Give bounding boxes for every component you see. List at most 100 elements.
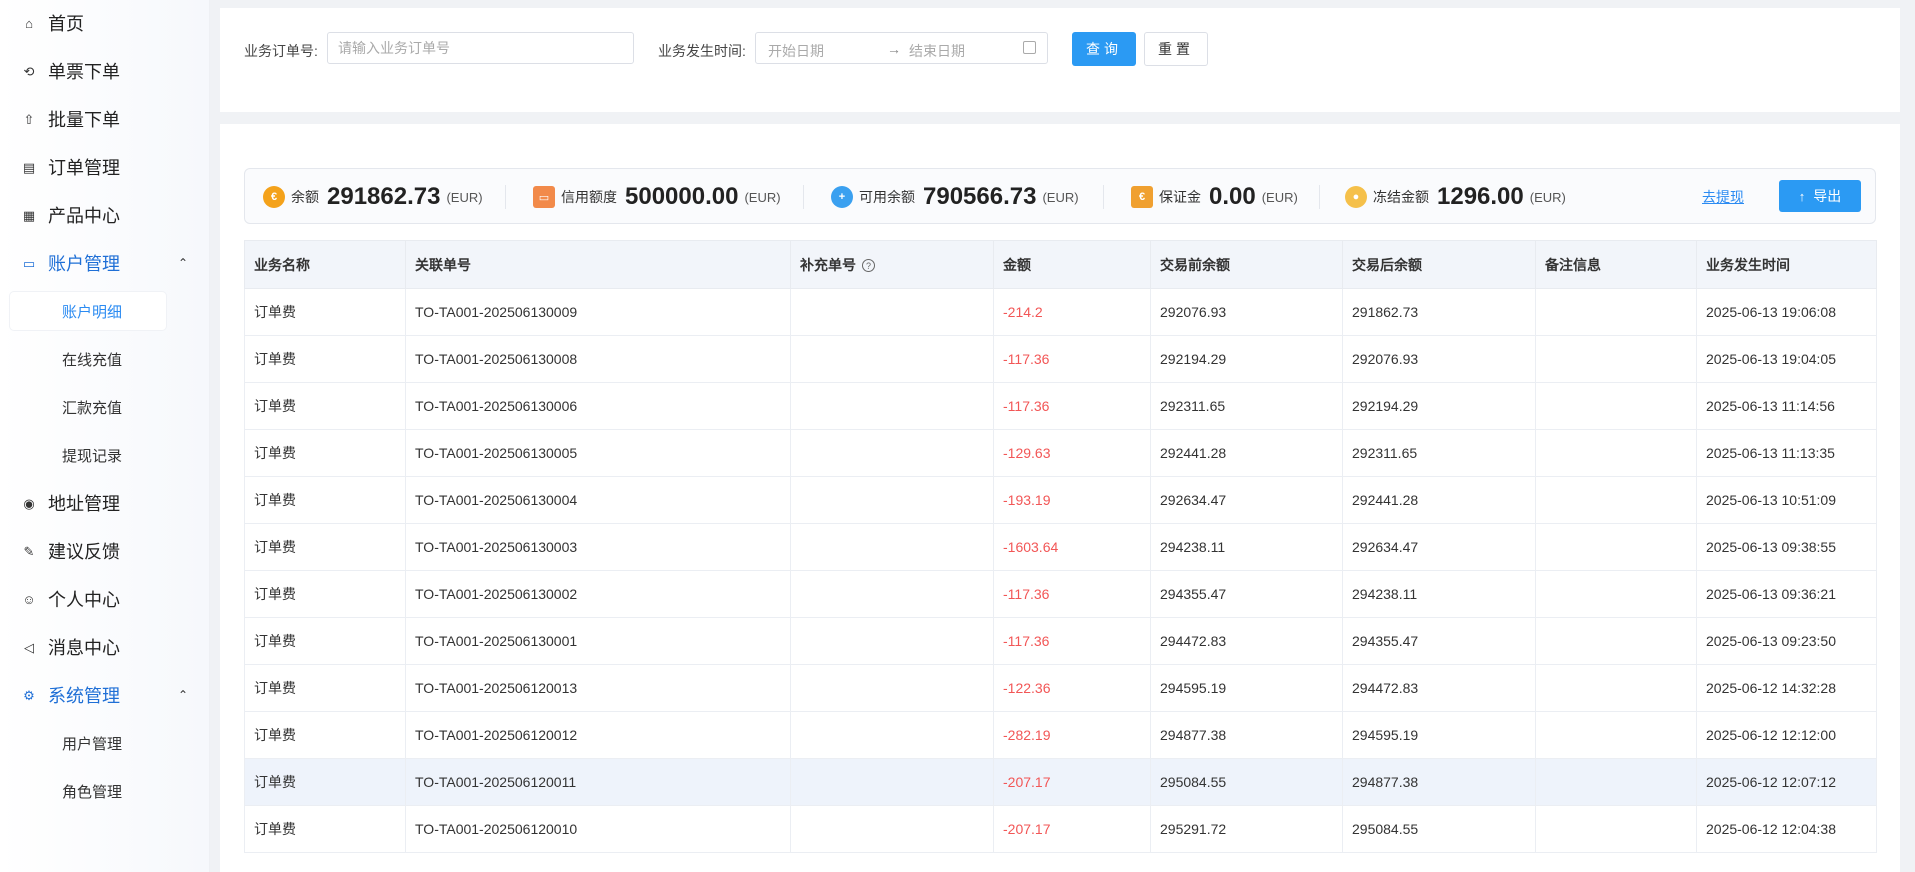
withdraw-link[interactable]: 去提现 xyxy=(1702,187,1744,207)
table-cell: -117.36 xyxy=(993,617,1151,665)
table-row[interactable]: 订单费 TO-TA001-202506130005 -129.63 292441.28… xyxy=(244,429,1877,477)
balance-value: 291862.73 xyxy=(327,183,441,210)
table-cell xyxy=(1535,664,1697,712)
sidebar-subitem-withdraw-records[interactable]: 提现记录 xyxy=(10,436,166,474)
table-row[interactable]: 订单费 TO-TA001-202506120012 -282.19 294877.38… xyxy=(244,711,1877,759)
balance-summary-bar: € 余额 291862.73 (EUR) ▭ 信用额度 500000.00 (E… xyxy=(244,168,1876,224)
table-header-row: 业务名称 关联单号 补充单号? 金额 交易前余额 交易后余额 备注信息 业务发生… xyxy=(244,240,1877,289)
table-row[interactable]: 订单费 TO-TA001-202506130001 -117.36 294472.83… xyxy=(244,617,1877,665)
table-cell: 292311.65 xyxy=(1150,382,1343,430)
table-cell xyxy=(1535,429,1697,477)
sidebar-item-system-management[interactable]: ⚙ 系统管理 ⌃ xyxy=(0,675,209,715)
order-number-label: 业务订单号: xyxy=(244,43,318,59)
table-row[interactable]: 订单费 TO-TA001-202506130006 -117.36 292311.65… xyxy=(244,382,1877,430)
export-button[interactable]: ↑ 导出 xyxy=(1779,180,1861,212)
date-range-picker[interactable]: 开始日期 → 结束日期 xyxy=(755,32,1048,64)
table-cell: TO-TA001-202506130005 xyxy=(405,429,791,477)
column-header: 交易后余额 xyxy=(1342,240,1536,289)
available-value: 790566.73 xyxy=(923,183,1037,210)
sidebar-item-product-center[interactable]: ▦ 产品中心 xyxy=(0,195,209,235)
table-cell: TO-TA001-202506130008 xyxy=(405,335,791,383)
table-row[interactable]: 订单费 TO-TA001-202506120011 -207.17 295084.55… xyxy=(244,758,1877,806)
sidebar-item-home[interactable]: ⌂ 首页 xyxy=(0,3,209,43)
order-number-input[interactable]: 请输入业务订单号 xyxy=(327,32,634,64)
grid-icon: ▦ xyxy=(22,207,36,223)
table-cell: TO-TA001-202506120010 xyxy=(405,805,791,853)
table-cell: 294238.11 xyxy=(1342,570,1536,618)
table-row[interactable]: 订单费 TO-TA001-202506130003 -1603.64 294238.1… xyxy=(244,523,1877,571)
table-cell: 2025-06-13 09:38:55 xyxy=(1696,523,1877,571)
end-date-input[interactable]: 结束日期 xyxy=(909,41,965,61)
sidebar-subitem-remittance-recharge[interactable]: 汇款充值 xyxy=(10,388,166,426)
credit-label: 信用额度 xyxy=(561,189,617,205)
sidebar-item-batch-order[interactable]: ⇧ 批量下单 xyxy=(0,99,209,139)
table-cell: 294595.19 xyxy=(1342,711,1536,759)
table-row[interactable]: 订单费 TO-TA001-202506130004 -193.19 292634.47… xyxy=(244,476,1877,524)
deposit-label: 保证金 xyxy=(1159,189,1201,205)
query-button[interactable]: 查询 xyxy=(1072,32,1136,66)
available-summary: + 可用余额 790566.73 (EUR) xyxy=(831,169,1079,225)
table-row[interactable]: 订单费 TO-TA001-202506120010 -207.17 295291.72… xyxy=(244,805,1877,853)
table-cell xyxy=(1535,523,1697,571)
sidebar-subitem-online-recharge[interactable]: 在线充值 xyxy=(10,340,166,378)
table-cell: TO-TA001-202506130006 xyxy=(405,382,791,430)
divider xyxy=(1103,185,1104,209)
column-header: 业务名称 xyxy=(244,240,406,289)
start-date-input[interactable]: 开始日期 xyxy=(768,41,824,61)
sidebar-item-single-order[interactable]: ⟲ 单票下单 xyxy=(0,51,209,91)
sidebar-item-address-management[interactable]: ◉ 地址管理 xyxy=(0,483,209,523)
balance-summary: € 余额 291862.73 (EUR) xyxy=(263,169,483,225)
sidebar-item-label: 订单管理 xyxy=(48,158,120,178)
table-cell xyxy=(1535,335,1697,383)
cloud-money-icon: + xyxy=(831,186,853,208)
edit-icon: ✎ xyxy=(23,543,35,559)
sidebar-item-label: 建议反馈 xyxy=(48,542,120,562)
table-cell: 订单费 xyxy=(244,758,406,806)
credit-unit: (EUR) xyxy=(744,189,781,205)
speaker-icon: ◁ xyxy=(24,639,34,655)
available-label: 可用余额 xyxy=(859,189,915,205)
table-cell xyxy=(1535,617,1697,665)
divider xyxy=(803,185,804,209)
table-cell: 订单费 xyxy=(244,382,406,430)
user-icon: ☺ xyxy=(22,591,36,607)
frozen-label: 冻结金额 xyxy=(1373,189,1429,205)
table-cell: -117.36 xyxy=(993,570,1151,618)
reset-button[interactable]: 重置 xyxy=(1144,32,1208,66)
column-header: 交易前余额 xyxy=(1150,240,1343,289)
table-cell: 订单费 xyxy=(244,288,406,336)
sidebar-item-order-management[interactable]: ▤ 订单管理 xyxy=(0,147,209,187)
balance-unit: (EUR) xyxy=(446,189,483,205)
location-icon: ◉ xyxy=(23,495,35,511)
sidebar-item-label: 地址管理 xyxy=(48,494,120,514)
table-cell xyxy=(790,805,994,853)
table-cell xyxy=(1535,570,1697,618)
deposit-value: 0.00 xyxy=(1209,183,1256,210)
sidebar-item-feedback[interactable]: ✎ 建议反馈 xyxy=(0,531,209,571)
sidebar-subitem-account-detail[interactable]: 账户明细 xyxy=(10,292,166,330)
deposit-summary: € 保证金 0.00 (EUR) xyxy=(1131,169,1298,225)
upload-arrow-icon: ↑ xyxy=(1798,188,1806,204)
sidebar-subitem-user-management[interactable]: 用户管理 xyxy=(10,724,166,762)
table-cell: 订单费 xyxy=(244,711,406,759)
table-cell: TO-TA001-202506130009 xyxy=(405,288,791,336)
sidebar-item-account-management[interactable]: ▭ 账户管理 ⌃ xyxy=(0,243,209,283)
table-cell: 订单费 xyxy=(244,570,406,618)
table-row[interactable]: 订单费 TO-TA001-202506130002 -117.36 294355.47… xyxy=(244,570,1877,618)
sidebar-item-personal-center[interactable]: ☺ 个人中心 xyxy=(0,579,209,619)
table-cell: 订单费 xyxy=(244,523,406,571)
table-row[interactable]: 订单费 TO-TA001-202506130008 -117.36 292194.29… xyxy=(244,335,1877,383)
column-header: 补充单号? xyxy=(790,240,994,289)
table-row[interactable]: 订单费 TO-TA001-202506120013 -122.36 294595.19… xyxy=(244,664,1877,712)
table-row[interactable]: 订单费 TO-TA001-202506130009 -214.2 292076.93 2… xyxy=(244,288,1877,336)
help-icon[interactable]: ? xyxy=(862,258,875,272)
table-cell: -282.19 xyxy=(993,711,1151,759)
sidebar-subitem-role-management[interactable]: 角色管理 xyxy=(10,772,166,810)
sidebar-item-label: 单票下单 xyxy=(48,62,120,82)
table-cell: 292441.28 xyxy=(1150,429,1343,477)
table-cell: 294238.11 xyxy=(1150,523,1343,571)
sidebar-item-message-center[interactable]: ◁ 消息中心 xyxy=(0,627,209,667)
sidebar: ⌂ 首页 ⟲ 单票下单 ⇧ 批量下单 ▤ 订单管理 ▦ 产品中心 ▭ 账户管理 … xyxy=(0,0,210,872)
table-cell: 294877.38 xyxy=(1342,758,1536,806)
date-range-arrow-icon: → xyxy=(887,41,901,57)
